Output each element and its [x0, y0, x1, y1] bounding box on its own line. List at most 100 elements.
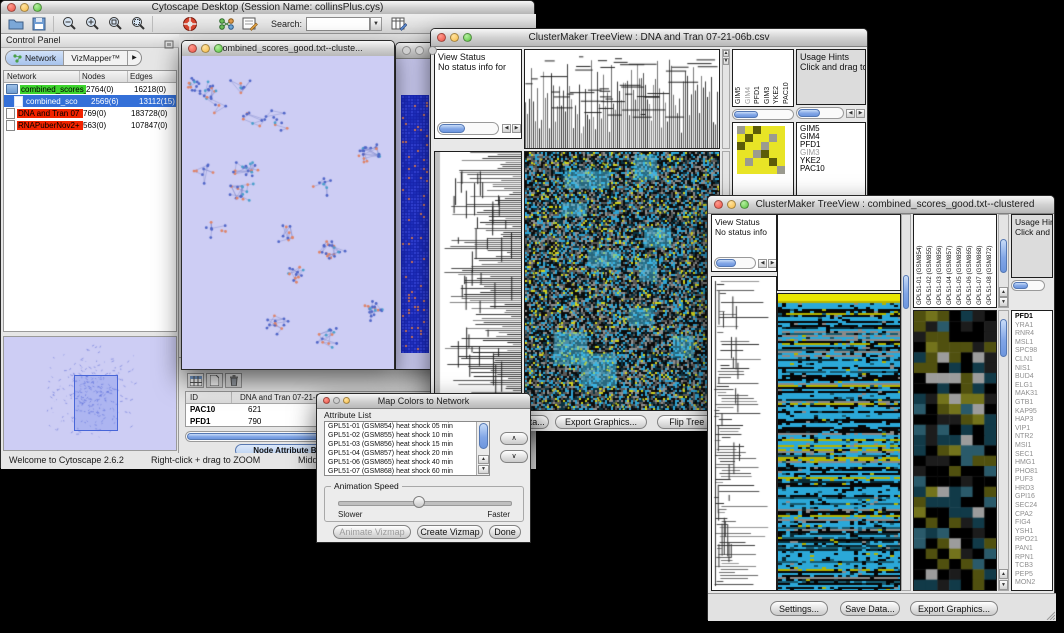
gene-list-item[interactable]: PHO81 [1012, 468, 1052, 477]
matrix-cell[interactable] [761, 158, 769, 166]
close-button[interactable] [714, 200, 723, 209]
animate-vizmap-button[interactable]: Animate Vizmap [333, 525, 411, 539]
heatmap-vscroll[interactable] [901, 214, 911, 591]
column-dendrogram-panel[interactable] [777, 214, 901, 291]
matrix-cell[interactable] [777, 134, 785, 142]
col-edges[interactable]: Edges [128, 71, 176, 82]
gene-list-item[interactable]: PEP5 [1012, 571, 1052, 580]
matrix-cell[interactable] [761, 142, 769, 150]
data-col-id[interactable]: ID [186, 392, 232, 403]
zoom-button[interactable] [463, 33, 472, 42]
matrix-cell[interactable] [761, 126, 769, 134]
matrix-cell[interactable] [737, 126, 745, 134]
network-view-canvas[interactable] [182, 56, 394, 369]
minimize-button[interactable] [20, 3, 29, 12]
matrix-cell[interactable] [753, 158, 761, 166]
close-button[interactable] [7, 3, 16, 12]
minimize-button[interactable] [333, 397, 340, 404]
network-navigator[interactable] [3, 336, 177, 451]
save-icon[interactable] [27, 14, 50, 33]
gene-list-item[interactable]: RNR4 [1012, 330, 1052, 339]
matrix-cell[interactable] [737, 166, 745, 174]
listbox-vscroll[interactable]: ▲ ▼ [476, 422, 489, 475]
tab-network[interactable]: Network [6, 51, 64, 65]
scroll-right-button[interactable]: ▶ [512, 124, 521, 133]
scroll-up-button[interactable]: ▲ [478, 455, 489, 464]
labels-vscroll[interactable]: ▲ ▼ [998, 214, 1009, 308]
matrix-cell[interactable] [777, 150, 785, 158]
matrix-cell[interactable] [745, 158, 753, 166]
move-attribute-down-button[interactable]: ∨ [500, 450, 528, 463]
gene-list-item[interactable]: MON2 [1012, 579, 1052, 588]
attribute-list-item[interactable]: GPL51-03 (GSM856) heat shock 15 min [325, 441, 489, 450]
help-lifering-icon[interactable] [178, 14, 201, 33]
network-row[interactable]: combined_sco2569(6)13112(15) [4, 95, 176, 107]
gene-list-item[interactable]: MAK31 [1012, 390, 1052, 399]
gene-list-item[interactable]: HMG1 [1012, 459, 1052, 468]
attribute-list-item[interactable]: GPL51-02 (GSM855) heat shock 10 min [325, 432, 489, 441]
attribute-listbox[interactable]: GPL51-01 (GSM854) heat shock 05 minGPL51… [324, 421, 490, 476]
gene-list-item[interactable]: PAN1 [1012, 545, 1052, 554]
navigator-viewport-rect[interactable] [74, 375, 118, 431]
gene-list-item[interactable]: HRD3 [1012, 485, 1052, 494]
scroll-right-button[interactable]: ▶ [768, 259, 777, 268]
scroll-right-button[interactable]: ▶ [856, 109, 865, 118]
zoom-in-icon[interactable] [80, 14, 103, 33]
zoom-heatmap-matrix[interactable] [737, 126, 785, 174]
global-heatmap-canvas[interactable] [525, 152, 719, 410]
col-network[interactable]: Network [4, 71, 80, 82]
row-dendrogram-canvas[interactable] [435, 152, 521, 410]
attribute-list-item[interactable]: GPL51-07 (GSM868) heat shock 60 min [325, 468, 489, 476]
matrix-cell[interactable] [769, 166, 777, 174]
zoom-button[interactable] [214, 44, 223, 53]
matrix-cell[interactable] [737, 134, 745, 142]
row-dendrogram-canvas[interactable] [712, 277, 776, 590]
annotation-icon[interactable] [238, 14, 261, 33]
zoom-vscroll[interactable]: ▲ ▼ [998, 310, 1009, 591]
attribute-table-icon[interactable] [387, 14, 410, 33]
scroll-left-button[interactable]: ◀ [758, 259, 767, 268]
scroll-up-button[interactable]: ▲ [999, 287, 1008, 297]
usage-hscroll[interactable] [1011, 280, 1045, 291]
network-row[interactable]: DNA and Tran 07769(0)183728(0) [4, 107, 176, 119]
global-heatmap-panel[interactable] [524, 151, 720, 411]
matrix-cell[interactable] [745, 150, 753, 158]
dialog-titlebar[interactable]: Map Colors to Network [317, 394, 530, 409]
matrix-cell[interactable] [769, 142, 777, 150]
hscroll-thumb[interactable] [716, 259, 736, 267]
column-dendrogram-canvas[interactable] [525, 50, 719, 148]
zoom-button[interactable] [33, 3, 42, 12]
matrix-cell[interactable] [737, 150, 745, 158]
gene-list-item[interactable]: YSH1 [1012, 528, 1052, 537]
gene-list-item[interactable]: HAP3 [1012, 416, 1052, 425]
zoom-button[interactable] [740, 200, 749, 209]
gene-list-item[interactable]: PFD1 [1012, 313, 1052, 322]
gene-list-item[interactable]: NTR2 [1012, 433, 1052, 442]
matrix-cell[interactable] [769, 134, 777, 142]
close-button[interactable] [188, 44, 197, 53]
zoom-selected-icon[interactable] [126, 14, 149, 33]
move-attribute-up-button[interactable]: ∧ [500, 432, 528, 445]
scroll-left-button[interactable]: ◀ [502, 124, 511, 133]
done-button[interactable]: Done [489, 525, 521, 539]
matrix-cell[interactable] [753, 126, 761, 134]
col-nodes[interactable]: Nodes [80, 71, 128, 82]
row-dendrogram-panel[interactable] [711, 276, 777, 591]
new-attribute-icon[interactable] [206, 373, 223, 388]
view-status-hscroll[interactable] [437, 122, 499, 135]
tab-overflow-arrow[interactable]: ▶ [128, 51, 141, 65]
network-view-titlebar[interactable]: combined_scores_good.txt--cluste... [182, 41, 394, 57]
float-panel-icon[interactable] [164, 36, 174, 54]
gene-list-item[interactable]: SEC24 [1012, 502, 1052, 511]
global-heatmap-canvas[interactable] [778, 294, 900, 590]
minimize-button[interactable] [415, 46, 424, 55]
gene-list-item[interactable]: GPI16 [1012, 493, 1052, 502]
zoom-heatmap-canvas[interactable] [914, 311, 996, 590]
gene-list-item[interactable]: YRA1 [1012, 322, 1052, 331]
delete-attribute-icon[interactable] [225, 373, 242, 388]
matrix-cell[interactable] [761, 134, 769, 142]
vscroll-thumb[interactable] [1000, 239, 1007, 273]
save-data-button[interactable]: Save Data... [840, 601, 900, 616]
search-dropdown-arrow[interactable]: ▼ [370, 17, 382, 31]
settings-button[interactable]: Settings... [770, 601, 828, 616]
